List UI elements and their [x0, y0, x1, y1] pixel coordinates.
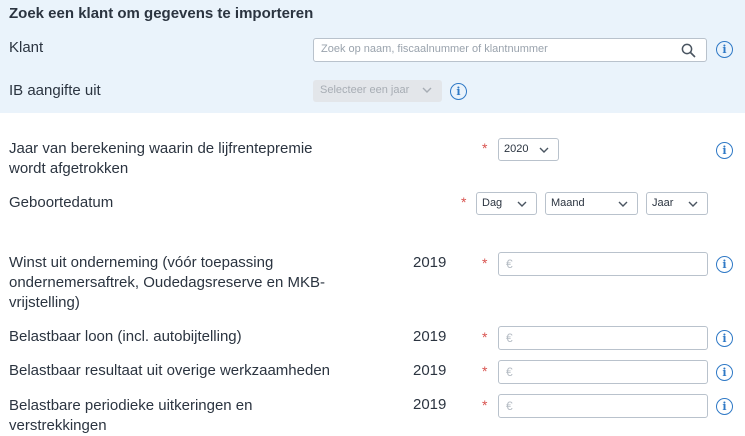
other-work-info-icon[interactable]: i	[716, 364, 733, 381]
required-marker: *	[482, 329, 488, 345]
other-work-label: Belastbaar resultaat uit overige werkzaa…	[9, 362, 331, 379]
ib-label: IB aangifte uit	[9, 82, 101, 99]
client-label: Klant	[9, 39, 44, 56]
business-profit-info-icon[interactable]: i	[716, 256, 733, 273]
search-section-title: Zoek een klant om gegevens te importeren	[9, 5, 314, 22]
birth-month-value: Maand	[551, 197, 585, 209]
calc-year-info-icon[interactable]: i	[716, 142, 733, 159]
chevron-down-icon	[618, 201, 628, 207]
chevron-down-icon	[517, 201, 527, 207]
required-marker: *	[482, 255, 488, 271]
calc-year-select[interactable]: 2020	[498, 138, 559, 161]
required-marker: *	[482, 363, 488, 379]
required-marker: *	[482, 397, 488, 413]
business-profit-label: Winst uit onderneming (vóór toepassing o…	[9, 254, 325, 311]
ib-year-select-value: Selecteer een jaar	[320, 84, 410, 96]
chevron-down-icon	[539, 147, 549, 153]
required-marker: *	[482, 140, 488, 156]
periodic-benefits-info-icon[interactable]: i	[716, 398, 733, 415]
other-work-year: 2019	[413, 362, 447, 379]
salary-info-icon[interactable]: i	[716, 330, 733, 347]
birthdate-label: Geboortedatum	[9, 194, 114, 211]
business-profit-year: 2019	[413, 254, 447, 271]
salary-year: 2019	[413, 328, 447, 345]
ib-info-icon[interactable]: i	[450, 83, 467, 100]
birth-year-value: Jaar	[652, 197, 674, 209]
client-search-placeholder: Zoek op naam, fiscaalnummer of klantnumm…	[321, 43, 548, 55]
salary-input[interactable]: €	[498, 326, 708, 350]
calc-year-select-value: 2020	[504, 143, 529, 155]
euro-prefix: €	[506, 399, 513, 413]
client-search-input[interactable]: Zoek op naam, fiscaalnummer of klantnumm…	[313, 38, 707, 62]
required-marker: *	[461, 194, 467, 210]
other-work-input[interactable]: €	[498, 360, 708, 384]
birth-year-select[interactable]: Jaar	[646, 192, 708, 215]
euro-prefix: €	[506, 331, 513, 345]
calc-year-label: Jaar van berekening waarin de lijfrentep…	[9, 140, 313, 177]
salary-label: Belastbaar loon (incl. autobijtelling)	[9, 328, 242, 345]
birth-day-value: Dag	[482, 197, 503, 209]
birth-month-select[interactable]: Maand	[545, 192, 638, 215]
periodic-benefits-input[interactable]: €	[498, 394, 708, 418]
chevron-down-icon	[422, 87, 432, 93]
search-icon[interactable]	[681, 43, 696, 58]
business-profit-input[interactable]: €	[498, 252, 708, 276]
periodic-benefits-label: Belastbare periodieke uitkeringen en ver…	[9, 397, 253, 434]
euro-prefix: €	[506, 257, 513, 271]
chevron-down-icon	[688, 201, 698, 207]
periodic-benefits-year: 2019	[413, 396, 447, 413]
client-info-icon[interactable]: i	[716, 41, 733, 58]
ib-year-select: Selecteer een jaar	[313, 80, 442, 102]
euro-prefix: €	[506, 365, 513, 379]
birth-day-select[interactable]: Dag	[476, 192, 537, 215]
